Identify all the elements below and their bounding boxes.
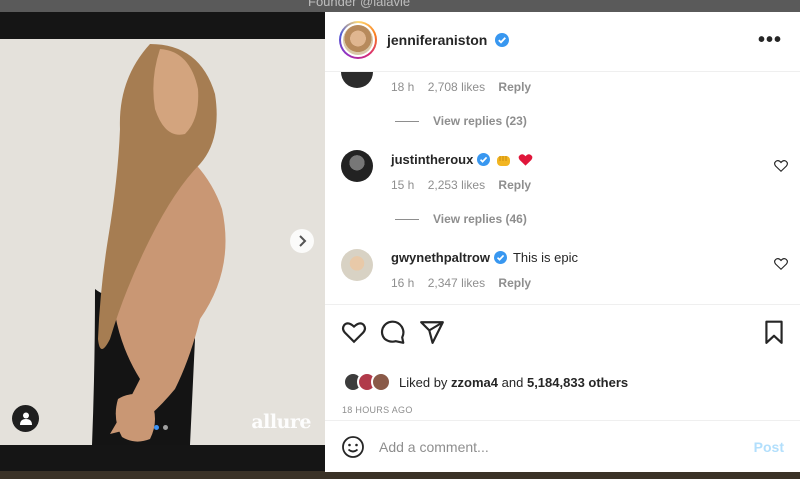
comments-list: 18 h 2,708 likes Reply View replies (23)… <box>325 72 800 304</box>
comment-likes[interactable]: 2,708 likes <box>428 80 485 94</box>
add-comment-bar: Post <box>325 420 800 472</box>
tagged-users-button[interactable] <box>12 405 39 432</box>
post-header: jenniferaniston ••• <box>325 12 800 72</box>
comment-bubble-icon[interactable] <box>380 319 406 345</box>
author-avatar[interactable] <box>339 21 377 59</box>
fist-emoji-icon <box>497 155 511 166</box>
comment-likes[interactable]: 2,347 likes <box>428 276 485 290</box>
next-slide-button[interactable] <box>290 229 314 253</box>
verified-badge-icon <box>477 153 491 166</box>
liker-avatar <box>371 372 391 392</box>
view-replies-label[interactable]: View replies (46) <box>433 212 527 226</box>
backdrop-bio-text: Founder @lalavie <box>308 0 411 9</box>
like-comment-heart-icon[interactable] <box>774 257 788 271</box>
comment-likes[interactable]: 2,253 likes <box>428 178 485 192</box>
verified-badge-icon <box>493 251 507 264</box>
backdrop-grid-strip <box>0 471 800 479</box>
red-heart-emoji-icon <box>518 153 533 166</box>
comment-meta: 16 h 2,347 likes Reply <box>391 276 541 290</box>
comment-username[interactable]: gwynethpaltrow <box>391 250 490 265</box>
carousel-indicator <box>154 425 168 430</box>
post-actions: Liked by zzoma4 and 5,184,833 others 18 … <box>325 304 800 420</box>
comment-time: 16 h <box>391 276 415 290</box>
liked-by-others[interactable]: 5,184,833 others <box>527 375 628 390</box>
comment-text: gwynethpaltrow This is epic <box>391 250 578 265</box>
reply-button[interactable]: Reply <box>498 276 531 290</box>
comment-meta: 15 h 2,253 likes Reply <box>391 178 541 192</box>
comment-meta: 18 h 2,708 likes Reply <box>391 80 541 94</box>
view-replies-button[interactable]: View replies (46) <box>395 212 527 226</box>
post-timestamp[interactable]: 18 HOURS AGO <box>342 405 413 415</box>
comment-time: 18 h <box>391 80 415 94</box>
magazine-watermark: allure <box>251 411 311 433</box>
liked-by-prefix: Liked by <box>399 374 448 390</box>
user-icon <box>19 412 32 425</box>
comment-body: This is epic <box>512 250 578 265</box>
post-media: allure <box>0 39 325 445</box>
like-comment-heart-icon[interactable] <box>774 159 788 173</box>
carousel-dot <box>163 425 168 430</box>
comment-time: 15 h <box>391 178 415 192</box>
view-replies-label[interactable]: View replies (23) <box>433 114 527 128</box>
like-heart-icon[interactable] <box>341 319 367 345</box>
save-bookmark-icon[interactable] <box>761 319 787 345</box>
post-photo <box>0 39 325 445</box>
liked-by-row: Liked by zzoma4 and 5,184,833 others <box>343 372 628 392</box>
post-comment-button[interactable]: Post <box>754 439 784 455</box>
liked-by-and: and <box>501 374 524 390</box>
comment-text: justintheroux <box>391 152 533 167</box>
carousel-dot <box>154 425 159 430</box>
author-username[interactable]: jenniferaniston <box>387 32 510 48</box>
author-username-text[interactable]: jenniferaniston <box>387 32 487 48</box>
replies-divider <box>395 218 419 220</box>
more-options-button[interactable]: ••• <box>758 30 782 50</box>
liked-by-user[interactable]: zzoma4 <box>451 375 498 390</box>
share-paper-plane-icon[interactable] <box>419 319 445 345</box>
comment-avatar[interactable] <box>341 72 373 88</box>
comment-username[interactable]: justintheroux <box>391 152 473 167</box>
comment-avatar[interactable] <box>341 249 373 281</box>
chevron-right-icon <box>299 235 307 247</box>
backdrop-header-strip: Founder @lalavie <box>0 0 800 12</box>
reply-button[interactable]: Reply <box>498 178 531 192</box>
replies-divider <box>395 120 419 122</box>
emoji-smiley-icon[interactable] <box>341 435 365 459</box>
verified-badge-icon <box>495 33 510 47</box>
comment-input[interactable] <box>379 436 739 458</box>
view-replies-button[interactable]: View replies (23) <box>395 114 527 128</box>
reply-button[interactable]: Reply <box>498 80 531 94</box>
post-details-panel: jenniferaniston ••• 18 h 2,708 likes Rep… <box>325 12 800 472</box>
liker-avatars[interactable] <box>343 372 391 392</box>
comment-avatar[interactable] <box>341 150 373 182</box>
